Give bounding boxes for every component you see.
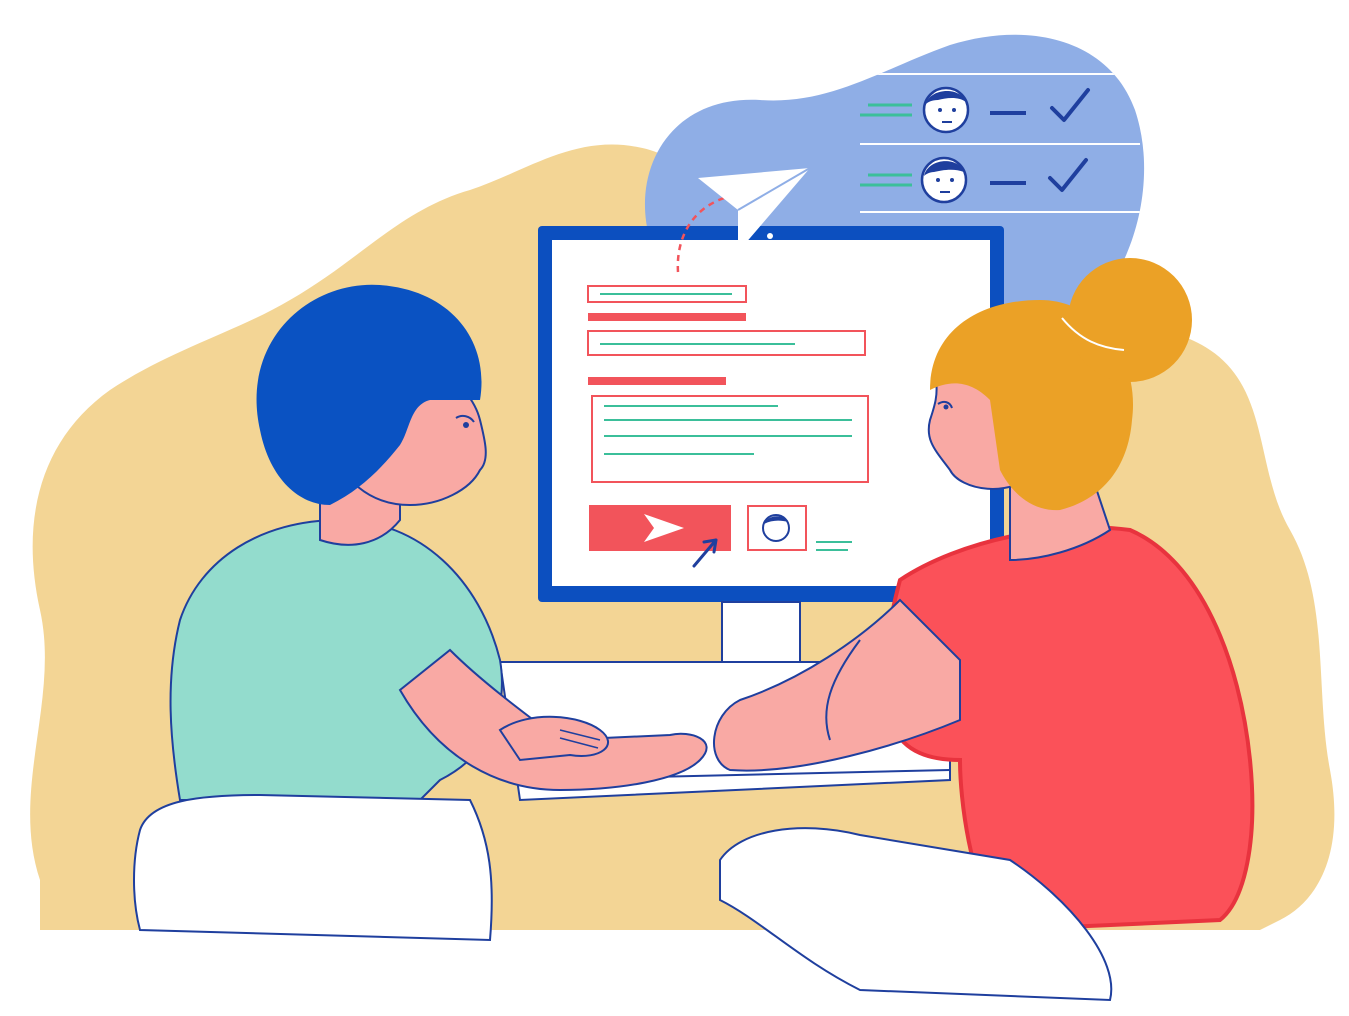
illustration — [0, 0, 1349, 1011]
avatar-icon — [762, 514, 790, 542]
hair-bun — [1068, 258, 1192, 382]
chair-left — [133, 793, 493, 942]
avatar-icon — [922, 86, 970, 134]
avatar-icon — [920, 156, 968, 204]
illustration-canvas — [30, 34, 1335, 1002]
send-button — [589, 505, 731, 551]
